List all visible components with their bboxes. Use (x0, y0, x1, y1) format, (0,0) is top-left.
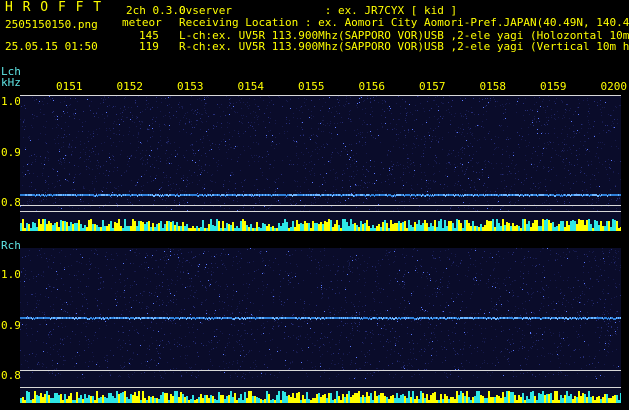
lch-freq-tick-1-0: 1.0 (1, 95, 21, 108)
time-tick-0200: 0200 (600, 80, 628, 93)
datetime-label: 25.05.15 01:50 (5, 40, 98, 53)
noise-floor (20, 248, 621, 379)
time-tick-0151: 0151 (56, 80, 83, 93)
time-tick-0155: 0155 (298, 80, 325, 93)
lch-ref-line-1 (20, 205, 621, 206)
rch-freq-tick-0-9: 0.9 (1, 319, 21, 332)
time-tick-0157: 0157 (419, 80, 446, 93)
lch-freq-tick-0-8: 0.8 (1, 196, 21, 209)
rch-meteor-count: 119 (139, 40, 159, 53)
rch-axis-label: Rch (1, 239, 21, 252)
time-tick-0153: 0153 (177, 80, 204, 93)
vor-carrier-trace (20, 317, 621, 320)
signal-level-bars (20, 219, 621, 231)
time-tick-0154: 0154 (237, 80, 265, 93)
lch-top-divider (20, 95, 621, 96)
time-tick-0158: 0158 (479, 80, 507, 93)
signal-level-bars (20, 391, 621, 403)
lch-ref-line-2 (20, 211, 621, 212)
time-tick-0159: 0159 (540, 80, 567, 93)
khz-axis-label: kHz (1, 76, 21, 89)
file-name: 2505150150.png (5, 18, 98, 31)
rch-ref-line-1 (20, 370, 621, 371)
location-line: Receiving Location : ex. Aomori City Aom… (179, 16, 629, 29)
rch-freq-tick-1-0: 1.0 (1, 268, 21, 281)
rch-freq-tick-0-8: 0.8 (1, 369, 21, 382)
rch-config-line: R-ch:ex. UV5R 113.900Mhz(SAPPORO VOR)USB… (179, 41, 629, 53)
rch-waterfall (20, 248, 621, 403)
meteor-label: meteor (122, 16, 162, 29)
rch-spectrogram (20, 248, 621, 403)
time-tick-0156: 0156 (358, 80, 386, 93)
vor-carrier-trace (20, 194, 621, 197)
rch-ref-line-2 (20, 387, 621, 388)
app-title-letters: H R O F F T (5, 0, 103, 15)
time-tick-0152: 0152 (116, 80, 144, 93)
lch-freq-tick-0-9: 0.9 (1, 146, 21, 159)
